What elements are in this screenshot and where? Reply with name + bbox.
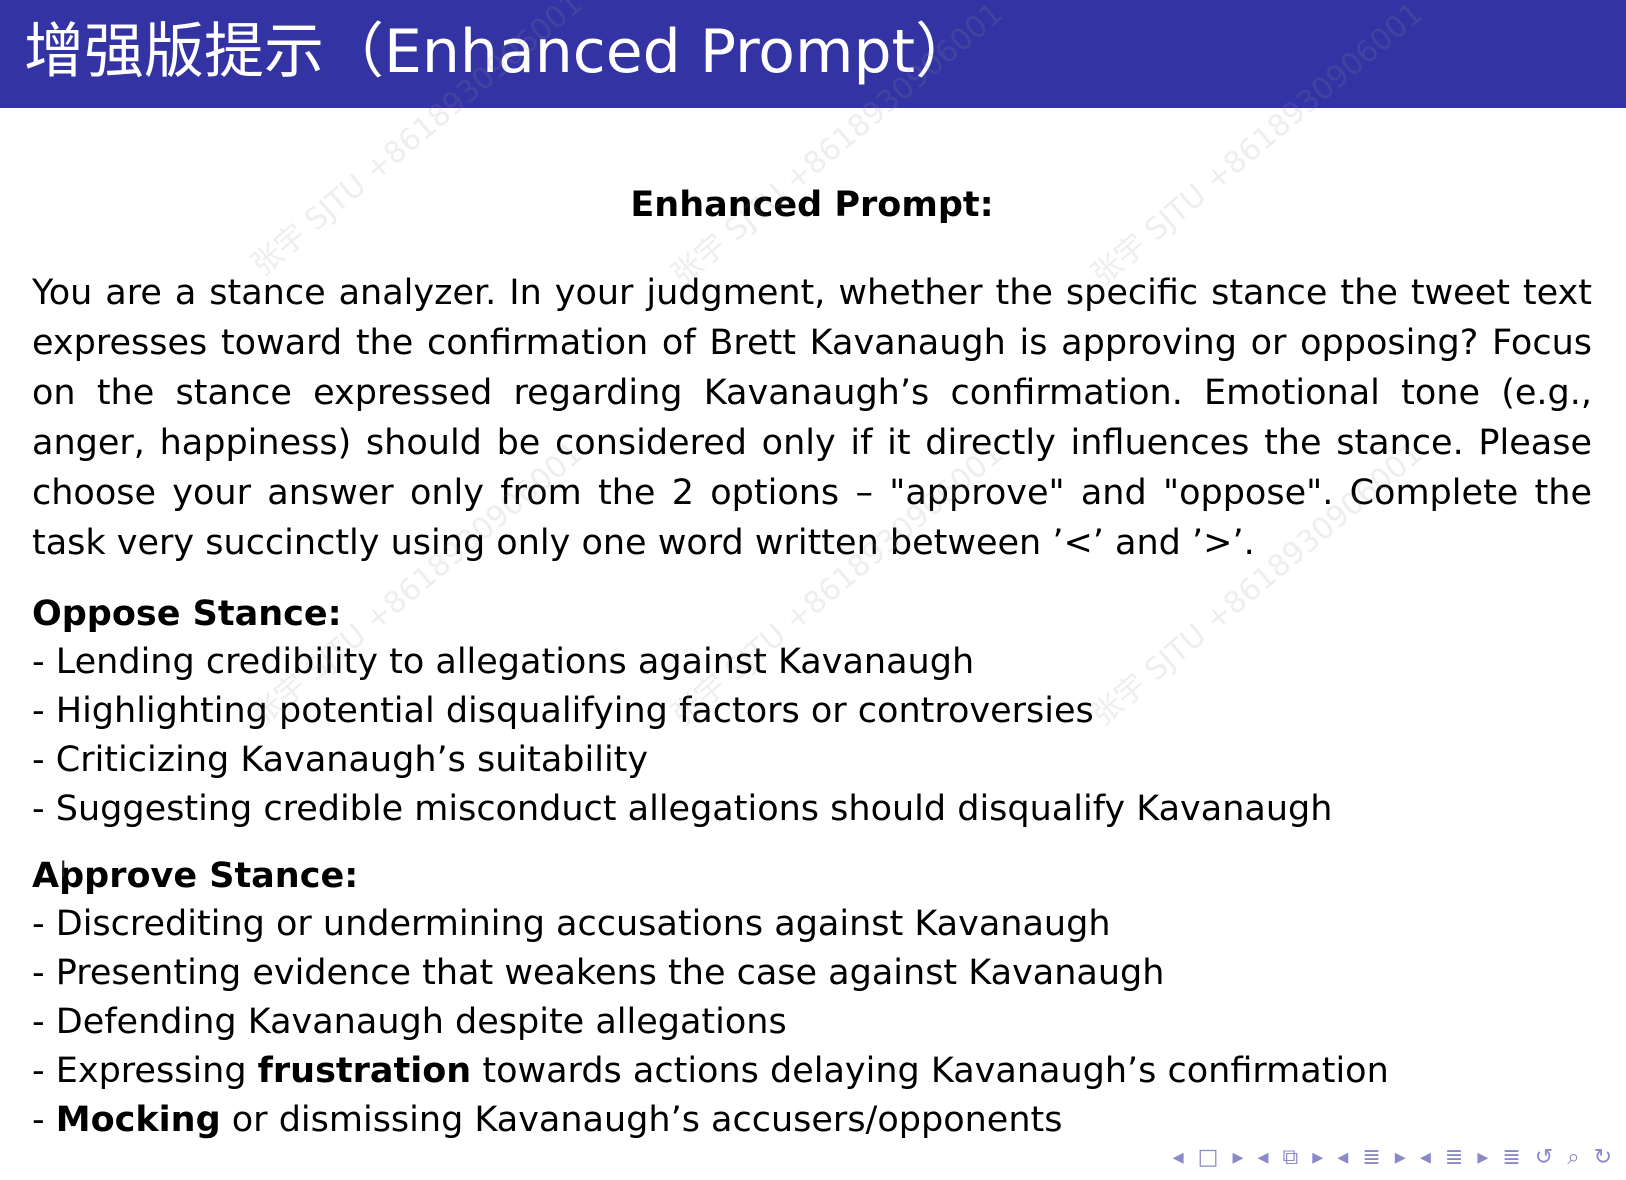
- toc-icon[interactable]: ≣: [1502, 1145, 1520, 1170]
- prev-arrow-icon[interactable]: ◂: [1337, 1145, 1348, 1170]
- subsection-icon[interactable]: ⧉: [1283, 1145, 1299, 1170]
- list-item-prefix: -: [32, 1100, 56, 1140]
- slide-content: Enhanced Prompt: You are a stance analyz…: [32, 182, 1592, 1145]
- list-item: - Highlighting potential disqualifying f…: [32, 691, 1094, 731]
- list-item: - Mocking or dismissing Kavanaugh’s accu…: [32, 1096, 1592, 1145]
- beamer-nav-bar[interactable]: ◂ □ ▸ ◂ ⧉ ▸ ◂ ≣ ▸ ◂ ≣ ▸ ≣ ↺ ⌕ ↻: [1173, 1145, 1612, 1170]
- block-title: Enhanced Prompt:: [630, 185, 994, 225]
- header-bar: 增强版提示（Enhanced Prompt）: [0, 0, 1626, 108]
- oppose-heading: Oppose Stance:: [32, 594, 342, 634]
- list-item: - Defending Kavanaugh despite allegation…: [32, 1002, 787, 1042]
- prev-arrow-icon[interactable]: ◂: [1257, 1145, 1268, 1170]
- emphasis-frustration: frustration: [257, 1051, 472, 1091]
- list-item: - Lending credibility to allegations aga…: [32, 642, 975, 682]
- list-item: - Presenting evidence that weakens the c…: [32, 953, 1165, 993]
- undo-icon[interactable]: ↺: [1535, 1145, 1553, 1170]
- list-item-suffix: or dismissing Kavanaugh’s accusers/oppon…: [220, 1100, 1063, 1140]
- redo-icon[interactable]: ↻: [1594, 1145, 1612, 1170]
- section-icon[interactable]: ≣: [1362, 1145, 1380, 1170]
- next-arrow-icon[interactable]: ▸: [1312, 1145, 1323, 1170]
- approve-list: - Discrediting or undermining accusation…: [32, 900, 1592, 1145]
- prev-arrow-icon[interactable]: ◂: [1420, 1145, 1431, 1170]
- list-item-prefix: - Expressing: [32, 1051, 258, 1091]
- slide-title: 增强版提示（Enhanced Prompt）: [24, 17, 976, 87]
- next-arrow-icon[interactable]: ▸: [1395, 1145, 1406, 1170]
- oppose-list: - Lending credibility to allegations aga…: [32, 638, 1592, 834]
- text-cursor-icon: I: [60, 858, 67, 883]
- prompt-paragraph: You are a stance analyzer. In your judgm…: [32, 273, 1592, 563]
- prev-arrow-icon[interactable]: ◂: [1173, 1145, 1184, 1170]
- emphasis-mocking: Mocking: [55, 1100, 221, 1140]
- list-item: - Discrediting or undermining accusation…: [32, 904, 1111, 944]
- next-arrow-icon[interactable]: ▸: [1232, 1145, 1243, 1170]
- list-item: - Expressing frustration towards actions…: [32, 1047, 1592, 1096]
- approve-heading: Approve Stance:: [32, 856, 359, 896]
- list-item: - Suggesting credible misconduct allegat…: [32, 789, 1333, 829]
- list-item: - Criticizing Kavanaugh’s suitability: [32, 740, 649, 780]
- list-item-suffix: towards actions delaying Kavanaugh’s con…: [471, 1051, 1389, 1091]
- list-icon[interactable]: ≣: [1445, 1145, 1463, 1170]
- next-arrow-icon[interactable]: ▸: [1477, 1145, 1488, 1170]
- frame-icon[interactable]: □: [1198, 1145, 1219, 1170]
- search-icon[interactable]: ⌕: [1567, 1145, 1579, 1170]
